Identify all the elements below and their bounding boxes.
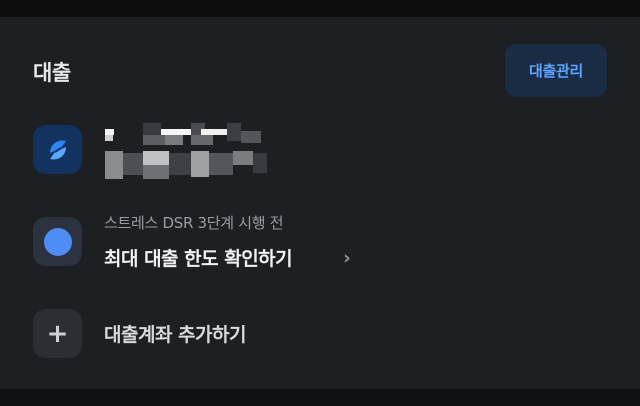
dsr-dot-icon[interactable]	[33, 217, 82, 266]
top-band	[0, 0, 640, 17]
plus-icon[interactable]: +	[33, 309, 82, 358]
chevron-right-icon[interactable]: ›	[343, 247, 351, 269]
bottom-band	[0, 389, 640, 406]
section-title: 대출	[33, 61, 71, 85]
loan-manage-button[interactable]: 대출관리	[505, 44, 607, 97]
max-loan-limit-link[interactable]: 최대 대출 한도 확인하기	[104, 244, 293, 271]
blue-dot	[43, 227, 72, 256]
dsr-sub-label: 스트레스 DSR 3단계 시행 전	[104, 214, 284, 232]
bank-logo-shape	[49, 140, 66, 159]
redacted-loan-name[interactable]	[103, 123, 273, 183]
add-loan-account-link[interactable]: 대출계좌 추가하기	[104, 320, 246, 347]
bank-logo-icon[interactable]	[33, 125, 82, 174]
